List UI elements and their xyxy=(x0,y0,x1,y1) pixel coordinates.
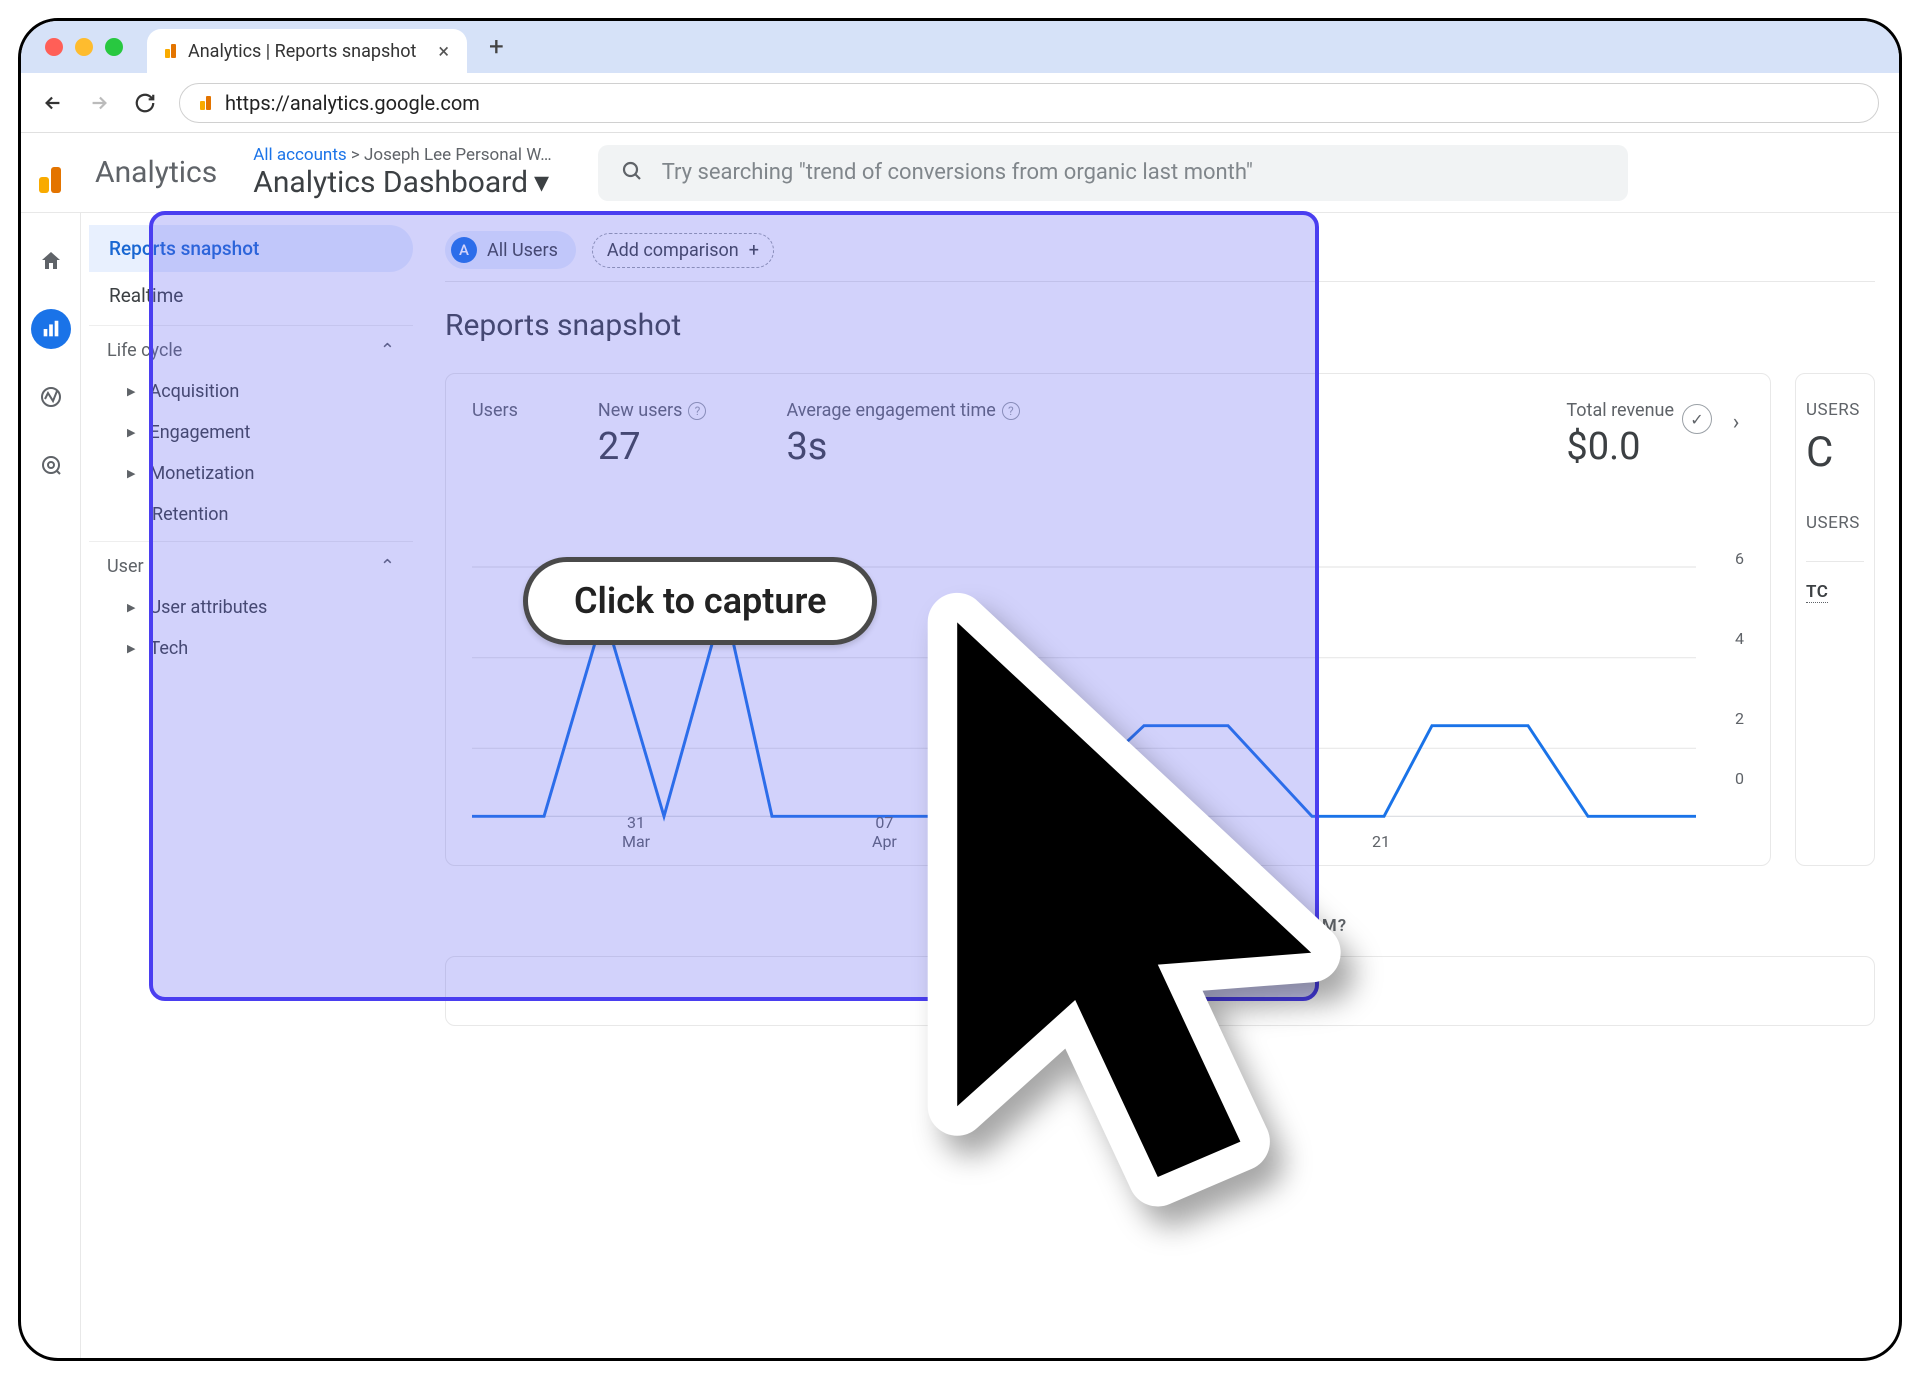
nav-acquisition[interactable]: ▶Acquisition xyxy=(89,371,413,412)
caret-right-icon: ▶ xyxy=(127,642,135,655)
left-rail xyxy=(21,213,81,1358)
search-placeholder: Try searching "trend of conversions from… xyxy=(662,160,1253,185)
tab-title: Analytics | Reports snapshot xyxy=(188,41,416,62)
help-icon[interactable]: ? xyxy=(688,402,706,420)
side-users-label: USERS xyxy=(1806,400,1864,420)
nav-section-user[interactable]: User ⌃ xyxy=(89,541,413,587)
nav-engagement[interactable]: ▶Engagement xyxy=(89,412,413,453)
caret-right-icon: ▶ xyxy=(127,601,135,614)
chevron-up-icon: ⌃ xyxy=(380,340,395,361)
dashboard-title[interactable]: Analytics Dashboard ▾ xyxy=(253,165,551,200)
cursor-illustration-icon xyxy=(851,581,1441,1305)
nav-realtime[interactable]: Realtime xyxy=(89,272,413,319)
side-value: C xyxy=(1806,428,1864,477)
y-tick-2: 2 xyxy=(1735,709,1744,728)
filter-bar: A All Users Add comparison + xyxy=(445,231,1875,282)
dropdown-caret-icon: ▾ xyxy=(534,165,549,200)
breadcrumb: All accounts > Joseph Lee Personal W… xyxy=(253,145,551,165)
caret-right-icon: ▶ xyxy=(127,467,135,480)
help-icon[interactable]: ? xyxy=(1002,402,1020,420)
click-to-capture-button[interactable]: Click to capture xyxy=(523,557,877,645)
rail-advertising-button[interactable] xyxy=(31,445,71,485)
browser-tab[interactable]: Analytics | Reports snapshot × xyxy=(147,29,467,73)
caret-right-icon: ▶ xyxy=(127,385,135,398)
ga-header: Analytics All accounts > Joseph Lee Pers… xyxy=(21,133,1899,213)
all-users-badge: A xyxy=(451,237,477,263)
all-users-chip[interactable]: A All Users xyxy=(445,231,576,269)
ga-favicon-icon xyxy=(165,44,176,58)
nav-retention[interactable]: Retention xyxy=(89,494,413,535)
nav-tech[interactable]: ▶Tech xyxy=(89,628,413,669)
tab-close-icon[interactable]: × xyxy=(438,39,449,63)
breadcrumb-account: Joseph Lee Personal W… xyxy=(364,145,552,165)
search-icon xyxy=(620,159,644,187)
side-to-label: TC xyxy=(1806,582,1828,603)
reload-button[interactable] xyxy=(133,91,157,115)
side-users-label-2: USERS xyxy=(1806,513,1864,533)
breadcrumb-all-accounts[interactable]: All accounts xyxy=(253,145,346,165)
caret-right-icon: ▶ xyxy=(127,426,135,439)
url-text: https://analytics.google.com xyxy=(225,91,480,115)
close-window-icon[interactable] xyxy=(45,38,63,56)
browser-tab-bar: Analytics | Reports snapshot × + xyxy=(21,21,1899,73)
chevron-up-icon: ⌃ xyxy=(380,556,395,577)
check-icon[interactable]: ✓ xyxy=(1682,404,1712,434)
y-tick-0: 0 xyxy=(1735,769,1744,788)
product-name: Analytics xyxy=(95,155,217,190)
plus-icon: + xyxy=(749,240,759,261)
reports-nav: Reports snapshot Realtime Life cycle ⌃ ▶… xyxy=(81,213,421,1358)
metric-revenue[interactable]: Total revenue $0.0 xyxy=(1566,400,1674,469)
y-tick-4: 4 xyxy=(1735,629,1744,648)
rail-reports-button[interactable] xyxy=(31,309,71,349)
metric-avg-engagement[interactable]: Average engagement time ? 3s xyxy=(786,400,1019,469)
new-tab-button[interactable]: + xyxy=(489,32,504,62)
add-comparison-button[interactable]: Add comparison + xyxy=(592,233,774,268)
url-favicon-icon xyxy=(200,96,211,110)
browser-url-bar: https://analytics.google.com xyxy=(21,73,1899,133)
rail-explore-button[interactable] xyxy=(31,377,71,417)
forward-button[interactable] xyxy=(87,91,111,115)
account-picker[interactable]: All accounts > Joseph Lee Personal W… An… xyxy=(253,145,551,200)
minimize-window-icon[interactable] xyxy=(75,38,93,56)
back-button[interactable] xyxy=(41,91,65,115)
chevron-right-icon[interactable]: › xyxy=(1718,404,1754,440)
side-summary-card: USERS C USERS TC xyxy=(1795,373,1875,866)
maximize-window-icon[interactable] xyxy=(105,38,123,56)
search-bar[interactable]: Try searching "trend of conversions from… xyxy=(598,145,1628,201)
nav-user-attributes[interactable]: ▶User attributes xyxy=(89,587,413,628)
nav-reports-snapshot[interactable]: Reports snapshot xyxy=(89,225,413,272)
window-traffic-lights xyxy=(45,38,123,56)
metric-users[interactable]: Users 36 xyxy=(472,400,518,469)
metric-new-users[interactable]: New users ? 27 xyxy=(598,400,707,469)
nav-monetization[interactable]: ▶Monetization xyxy=(89,453,413,494)
ga-logo-icon[interactable] xyxy=(39,153,79,193)
page-title: Reports snapshot xyxy=(445,282,1875,373)
nav-section-lifecycle[interactable]: Life cycle ⌃ xyxy=(89,325,413,371)
x-tick-0: 31Mar xyxy=(622,813,650,851)
rail-home-button[interactable] xyxy=(31,241,71,281)
url-input[interactable]: https://analytics.google.com xyxy=(179,83,1879,123)
y-tick-6: 6 xyxy=(1735,549,1744,568)
